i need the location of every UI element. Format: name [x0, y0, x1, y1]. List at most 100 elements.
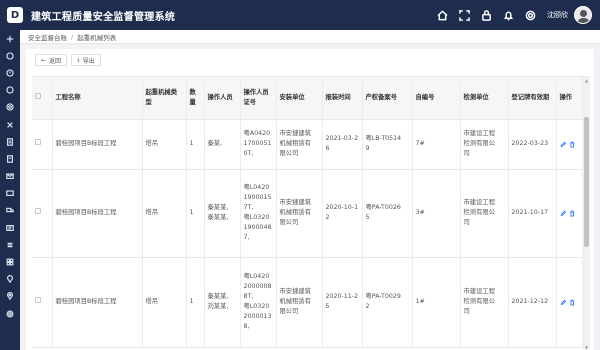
cell-expiry: 2021-10-17 — [508, 169, 557, 258]
circle-icon[interactable] — [0, 64, 20, 81]
cell-inspector: 市建设工程 检测有限公司 — [460, 169, 509, 258]
cell-cert: 粤L0420 2000008 8T, 粤L0320 2000013 8, — [240, 257, 277, 348]
column-header: 操作人员证号 — [240, 77, 277, 120]
cell-name: 碧桂园项目B标段工程 — [52, 119, 143, 170]
cell-cert: 粤A0420 1700051 0T, — [240, 119, 277, 170]
cell-installer: 市安捷建筑 机械租赁有 限公司 — [276, 169, 323, 258]
cell-name: 碧桂园项目B标段工程 — [52, 169, 143, 258]
scroll-thumb[interactable] — [584, 117, 589, 247]
gear-icon[interactable] — [0, 305, 20, 322]
document-icon[interactable] — [0, 150, 20, 167]
cell-cert: 粤L0420 1900015 7T, 粤L0320 1900048 7, — [240, 169, 277, 258]
column-header: 自编号 — [412, 77, 461, 120]
cell-self-no: 3# — [412, 169, 461, 258]
envelope-icon[interactable] — [0, 185, 20, 202]
select-all-checkbox[interactable] — [35, 92, 41, 99]
circle-icon[interactable] — [0, 99, 20, 116]
cell-inspector: 市建设工程 检测有限公司 — [460, 119, 509, 170]
cell-expiry: 2021-12-12 — [508, 257, 557, 348]
delete-icon[interactable] — [569, 298, 576, 306]
cell-inspector: 市建设工程 检测有限公司 — [460, 257, 509, 348]
row-select-cell — [32, 257, 53, 348]
cell-type: 塔吊 — [142, 169, 187, 258]
cell-operator: 秦某某, 刘某某, — [204, 257, 241, 348]
table-row[interactable]: 碧桂园项目B标段工程 塔吊 1 秦某某, 刘某某, 粤L0420 2000008 8T, 粤L0… — [32, 257, 583, 348]
breadcrumb-separator: / — [71, 32, 74, 41]
export-button[interactable]: ⤓ 导出 — [71, 54, 101, 66]
column-header: 数量 — [186, 77, 205, 120]
cell-self-no: 1# — [412, 257, 461, 348]
row-checkbox[interactable] — [35, 139, 41, 145]
cell-install-time: 2021-03-2 6 — [322, 119, 363, 170]
circle-icon[interactable] — [0, 82, 20, 99]
username[interactable]: 沈颐欣 — [547, 10, 568, 20]
edit-icon[interactable] — [560, 141, 567, 148]
column-header: 安装单位 — [276, 77, 323, 120]
column-header: 工程名称 — [52, 77, 143, 120]
envelope-icon[interactable] — [0, 168, 20, 185]
toolbar: ← 返回 ⤓ 导出 — [26, 49, 594, 71]
cell-installer: 市安捷建筑 机械租赁有 限公司 — [276, 257, 323, 348]
column-header: 报装时间 — [322, 77, 363, 120]
app-logo: D — [7, 7, 23, 23]
row-select-cell — [32, 169, 53, 258]
select-all-header — [32, 77, 53, 120]
cell-actions — [556, 119, 583, 170]
vertical-scrollbar[interactable]: ▲ ▼ — [583, 77, 590, 350]
bell-icon[interactable] — [499, 6, 517, 24]
top-icon-bar: 沈颐欣 — [429, 0, 592, 30]
column-header: 登记牌有效期 — [508, 77, 557, 120]
row-select-cell — [32, 119, 53, 170]
cell-install-time: 2020-11-2 5 — [322, 257, 363, 348]
scroll-up-icon[interactable]: ▲ — [583, 77, 590, 84]
crane-table: 工程名称 起重机械类型 数量 操作人员 操作人员证号 安装单位 报装时间 产权备… — [32, 76, 590, 350]
circle-icon[interactable] — [0, 116, 20, 133]
edit-icon[interactable] — [560, 299, 567, 306]
back-button[interactable]: ← 返回 — [35, 54, 68, 66]
delete-icon[interactable] — [569, 209, 576, 217]
avatar[interactable] — [574, 6, 592, 24]
cell-self-no: 7# — [412, 119, 461, 170]
location-icon[interactable] — [0, 288, 20, 305]
column-header: 产权备案号 — [362, 77, 413, 120]
table-row[interactable]: 碧桂园项目B标段工程 塔吊 1 秦某, 粤A0420 1700051 0T, 市安捷建筑 机械租… — [32, 119, 583, 170]
cell-qty: 1 — [186, 257, 205, 348]
lock-icon[interactable] — [477, 6, 495, 24]
home-icon[interactable] — [433, 6, 451, 24]
arrow-left-icon: ← — [41, 56, 47, 64]
edit-icon[interactable] — [560, 210, 567, 217]
cell-name: 碧桂园项目B标段工程 — [52, 257, 143, 348]
back-label: 返回 — [49, 57, 62, 65]
circle-icon[interactable] — [0, 47, 20, 64]
breadcrumb-parent[interactable]: 安全监督台账 — [28, 32, 67, 42]
cell-type: 塔吊 — [142, 119, 187, 170]
row-checkbox[interactable] — [35, 297, 41, 303]
location-icon[interactable] — [0, 271, 20, 288]
row-checkbox[interactable] — [35, 208, 41, 214]
export-label: 导出 — [82, 57, 95, 65]
cell-installer: 市安捷建筑 机械租赁有 限公司 — [276, 119, 323, 170]
cell-expiry: 2022-03-23 — [508, 119, 557, 170]
breadcrumb: 安全监督台账 / 起重机械列表 — [20, 30, 600, 44]
sidebar — [0, 30, 20, 350]
fullscreen-icon[interactable] — [455, 6, 473, 24]
table-header-row: 工程名称 起重机械类型 数量 操作人员 操作人员证号 安装单位 报装时间 产权备… — [32, 77, 583, 120]
cell-qty: 1 — [186, 169, 205, 258]
cell-actions — [556, 257, 583, 348]
document-icon[interactable] — [0, 133, 20, 150]
id-card-icon[interactable] — [0, 219, 20, 236]
grid-icon[interactable] — [0, 253, 20, 270]
toggle-icon[interactable] — [0, 30, 20, 47]
id-card-icon[interactable] — [0, 236, 20, 253]
table-row[interactable]: 碧桂园项目B标段工程 塔吊 1 秦某某, 秦某某, 粤L0420 1900015 7T, 粤L0… — [32, 169, 583, 258]
cell-type: 塔吊 — [142, 257, 187, 348]
truck-icon[interactable] — [0, 202, 20, 219]
settings-icon[interactable] — [521, 6, 539, 24]
app-title: 建筑工程质量安全监督管理系统 — [31, 11, 176, 23]
delete-icon[interactable] — [569, 140, 576, 148]
breadcrumb-current: 起重机械列表 — [77, 33, 117, 42]
main-panel: ← 返回 ⤓ 导出 工程名称 起重机械类型 数量 操作人员 操作人员证号 安装单… — [26, 49, 594, 350]
scroll-down-icon[interactable]: ▼ — [583, 344, 590, 350]
column-header: 起重机械类型 — [142, 77, 187, 120]
cell-qty: 1 — [186, 119, 205, 170]
